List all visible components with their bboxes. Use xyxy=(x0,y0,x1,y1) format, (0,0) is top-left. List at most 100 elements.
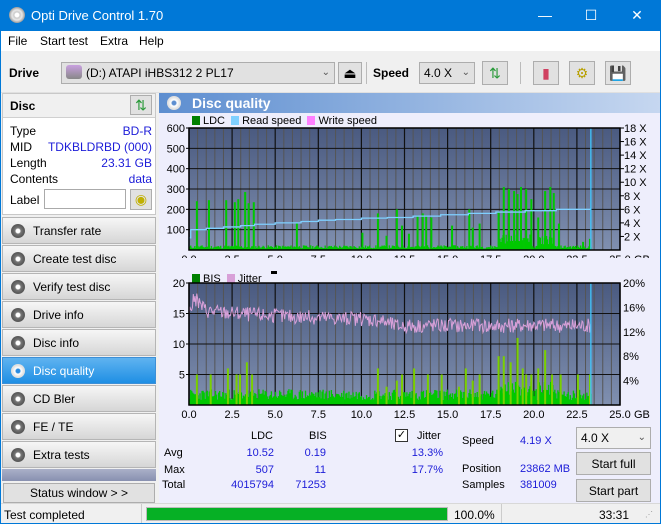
position-value: 23862 MB xyxy=(520,463,571,475)
nav-create-test-disc[interactable]: Create test disc xyxy=(2,245,156,272)
nav-transfer-rate[interactable]: Transfer rate xyxy=(2,217,156,244)
y-left-tick-label: 300 xyxy=(167,184,185,196)
disc-label-button[interactable]: ◉ xyxy=(130,189,152,210)
eject-button[interactable]: ⏏ xyxy=(338,62,362,84)
toolbar-separator xyxy=(366,62,367,84)
spike-bar xyxy=(457,386,460,405)
x-tick-label: 0.0 xyxy=(181,254,196,258)
nav-cd-bler[interactable]: CD Bler xyxy=(2,385,156,412)
disc-type-row: Type BD-R xyxy=(10,124,152,140)
menu-help[interactable]: Help xyxy=(139,34,164,48)
start-part-button[interactable]: Start part xyxy=(576,479,651,502)
spike-bar xyxy=(551,374,554,405)
nav-label: Transfer rate xyxy=(33,224,102,238)
spike-bar xyxy=(426,374,429,405)
menu-file[interactable]: File xyxy=(8,34,27,48)
disc-length-key: Length xyxy=(10,156,47,170)
disc-gear-icon xyxy=(11,364,25,378)
nav-fe-te[interactable]: FE / TE xyxy=(2,413,156,440)
start-full-button[interactable]: Start full xyxy=(576,452,651,475)
col-ldc: LDC xyxy=(251,430,274,442)
menu-extra[interactable]: Extra xyxy=(100,34,128,48)
disc-contents-value: data xyxy=(128,172,152,186)
jitter-checkbox[interactable]: ✓ xyxy=(395,429,408,442)
elapsed-time: 33:31 xyxy=(599,508,630,522)
spike-bar xyxy=(247,203,250,250)
y-right-tick-label: 4 X xyxy=(624,218,641,230)
x-tick-label: 17.5 xyxy=(480,254,501,258)
status-window-button[interactable]: Status window > > xyxy=(3,483,155,503)
spike-bar xyxy=(502,186,505,250)
col-bis: BIS xyxy=(309,430,327,442)
status-text: Test completed xyxy=(4,508,85,522)
maximize-button[interactable]: ☐ xyxy=(568,0,614,31)
gears-icon: ⚙ xyxy=(575,65,589,81)
spike-bar xyxy=(416,215,419,250)
minimize-button[interactable]: — xyxy=(522,0,568,31)
erase-button[interactable]: ▮ xyxy=(533,61,559,85)
y-right-tick-label: 16 X xyxy=(624,137,647,149)
y-right-tick-label: 2 X xyxy=(624,231,641,243)
spike-bar xyxy=(525,189,528,250)
spike-bar xyxy=(401,374,404,405)
y-right-tick-label: 12 X xyxy=(624,164,647,176)
save-button[interactable]: 💾 xyxy=(605,61,631,85)
samples-value: 381009 xyxy=(520,479,557,491)
y-left-tick-label: 200 xyxy=(167,204,185,216)
spike-bar xyxy=(413,368,416,405)
disc-length-row: Length 23.31 GB xyxy=(10,156,152,172)
x-tick-label: 7.5 xyxy=(311,409,326,421)
spike-bar xyxy=(401,225,404,250)
max-ldc: 507 xyxy=(255,464,274,476)
status-separator xyxy=(141,504,142,523)
disc-contents-key: Contents xyxy=(10,172,59,186)
resize-grip-icon[interactable]: ⋰ xyxy=(645,510,653,519)
samples-label: Samples xyxy=(462,479,505,491)
app-window: Opti Drive Control 1.70 — ☐ ✕ File Start… xyxy=(1,0,660,523)
spike-bar xyxy=(395,209,398,250)
total-ldc: 4015794 xyxy=(231,479,274,491)
disc-info-panel: Disc ⇅ Type BD-R MID TDKBLDRBD (000) Lengt… xyxy=(2,93,156,215)
close-button[interactable]: ✕ xyxy=(614,0,660,31)
spike-bar xyxy=(395,380,398,405)
menu-bar: File Start test Extra Help xyxy=(1,31,660,51)
test-speed-select[interactable]: 4.0 X ⌄ xyxy=(576,427,651,449)
drive-select[interactable]: (D:) ATAPI iHBS312 2 PL17 ⌄ xyxy=(61,62,335,84)
left-panel: Disc ⇅ Type BD-R MID TDKBLDRBD (000) Lengt… xyxy=(1,93,158,503)
x-tick-label: 17.5 xyxy=(480,409,501,421)
menu-start-test[interactable]: Start test xyxy=(40,34,88,48)
spike-bar xyxy=(238,374,241,405)
speed-select[interactable]: 4.0 X ⌄ xyxy=(419,62,475,84)
disc-refresh-button[interactable]: ⇅ xyxy=(130,95,152,115)
spike-bar xyxy=(451,225,454,250)
drive-value: (D:) ATAPI iHBS312 2 PL17 xyxy=(86,66,234,80)
panel-title: Disc quality xyxy=(192,95,271,111)
spike-bar xyxy=(195,201,198,250)
y-left-tick-label: 15 xyxy=(173,309,185,321)
nav-disc-quality[interactable]: Disc quality xyxy=(2,357,156,384)
refresh-button[interactable]: ⇅ xyxy=(482,61,508,85)
x-tick-label: 7.5 xyxy=(311,254,326,258)
spike-bar xyxy=(525,374,528,405)
nav-extra-tests[interactable]: Extra tests xyxy=(2,441,156,468)
nav-verify-test-disc[interactable]: Verify test disc xyxy=(2,273,156,300)
spike-bar xyxy=(407,233,410,250)
avg-label: Avg xyxy=(164,447,183,459)
window-title: Opti Drive Control 1.70 xyxy=(31,8,164,23)
spike-bar xyxy=(361,232,364,250)
nav-drive-info[interactable]: Drive info xyxy=(2,301,156,328)
y-right-tick-label: 4% xyxy=(623,376,639,388)
spike-bar xyxy=(520,186,523,250)
disc-gear-icon xyxy=(11,448,25,462)
y-left-tick-label: 20 xyxy=(173,278,185,290)
spike-bar xyxy=(225,200,228,250)
nav-label: Disc quality xyxy=(33,364,95,378)
app-disc-icon xyxy=(9,7,25,23)
disc-label-input[interactable] xyxy=(44,189,126,209)
avg-ldc: 10.52 xyxy=(246,447,274,459)
settings-button[interactable]: ⚙ xyxy=(569,61,595,85)
panel-header: Disc quality xyxy=(159,93,660,113)
spike-bar xyxy=(516,337,519,405)
chevron-down-icon: ⌄ xyxy=(461,67,470,78)
nav-disc-info[interactable]: Disc info xyxy=(2,329,156,356)
